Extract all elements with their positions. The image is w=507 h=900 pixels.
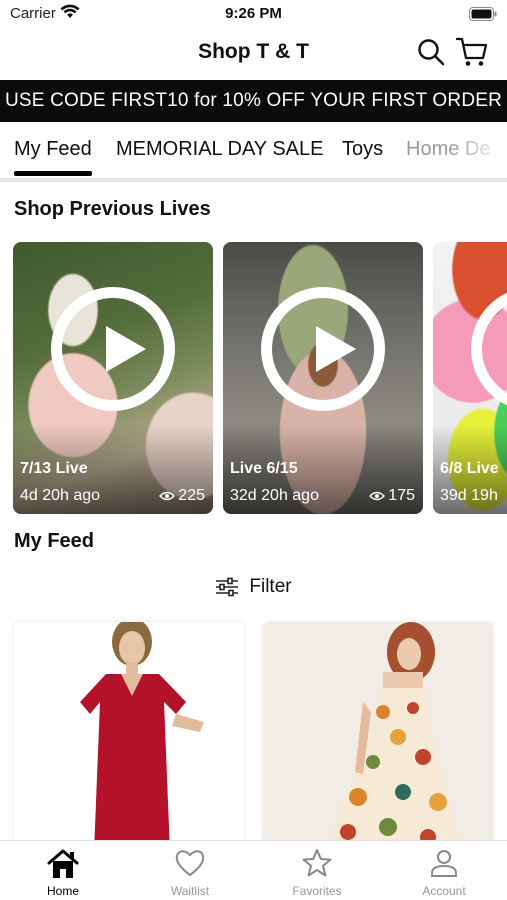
views-count: 175	[388, 487, 415, 504]
tab-favorites-label: Favorites	[292, 884, 342, 898]
product-image	[263, 622, 493, 852]
previous-lives-carousel[interactable]: 7/13 Live 4d 20h ago 225 Live 6/15 32d 2…	[0, 242, 507, 514]
tabs-fade-overlay	[447, 122, 507, 180]
tab-favorites[interactable]: Favorites	[254, 841, 380, 900]
app-header: Shop T & T	[0, 30, 507, 78]
tab-home[interactable]: Home	[0, 841, 126, 900]
live-label: 6/8 Live	[440, 460, 499, 477]
live-views: 225	[159, 487, 205, 505]
live-label: Live 6/15	[230, 460, 298, 477]
status-bar: Carrier 9:26 PM	[0, 0, 507, 30]
tab-memorial-day-sale[interactable]: MEMORIAL DAY SALE	[116, 138, 323, 161]
play-button[interactable]	[51, 287, 175, 411]
live-label: 7/13 Live	[20, 460, 88, 477]
cart-icon[interactable]	[455, 36, 489, 68]
promo-text: USE CODE FIRST10 for 10% OFF YOUR FIRST …	[4, 90, 503, 111]
previous-lives-title: Shop Previous Lives	[14, 198, 211, 220]
search-icon[interactable]	[416, 37, 446, 67]
tab-toys[interactable]: Toys	[342, 138, 383, 161]
eye-icon	[159, 491, 176, 501]
tab-account-label: Account	[422, 884, 466, 898]
person-icon	[431, 850, 457, 877]
tab-my-feed[interactable]: My Feed	[14, 138, 92, 176]
heart-icon	[175, 850, 205, 877]
views-count: 225	[178, 487, 205, 504]
live-card[interactable]: 6/8 Live 39d 19h	[433, 242, 507, 514]
live-ago: 4d 20h ago	[20, 487, 101, 504]
live-views: 175	[369, 487, 415, 505]
live-card[interactable]: Live 6/15 32d 20h ago 175	[223, 242, 423, 514]
battery-icon	[469, 7, 497, 21]
filter-button[interactable]: Filter	[0, 576, 507, 598]
filter-label: Filter	[249, 576, 292, 597]
promo-banner[interactable]: USE CODE FIRST10 for 10% OFF YOUR FIRST …	[0, 80, 507, 122]
clock: 9:26 PM	[225, 5, 282, 22]
tab-home-label: Home	[46, 884, 79, 898]
category-tabs: My Feed MEMORIAL DAY SALE Toys Home De	[0, 122, 507, 180]
feed-title: My Feed	[14, 530, 95, 552]
eye-icon	[369, 491, 386, 501]
tab-account[interactable]: Account	[381, 841, 507, 900]
tab-waitlist[interactable]: Waitlist	[127, 841, 253, 900]
product-card[interactable]	[14, 622, 244, 852]
live-ago: 32d 20h ago	[230, 487, 319, 504]
product-image	[14, 622, 244, 852]
tabs-divider	[0, 178, 507, 182]
tab-waitlist-label: Waitlist	[170, 884, 210, 898]
live-ago: 39d 19h	[440, 487, 498, 504]
sliders-icon	[216, 577, 239, 597]
play-button[interactable]	[261, 287, 385, 411]
bottom-tab-bar: Home Waitlist Favorites Account	[0, 840, 507, 900]
live-card[interactable]: 7/13 Live 4d 20h ago 225	[13, 242, 213, 514]
home-icon	[47, 849, 79, 878]
star-icon	[302, 849, 332, 877]
product-card[interactable]	[263, 622, 493, 852]
